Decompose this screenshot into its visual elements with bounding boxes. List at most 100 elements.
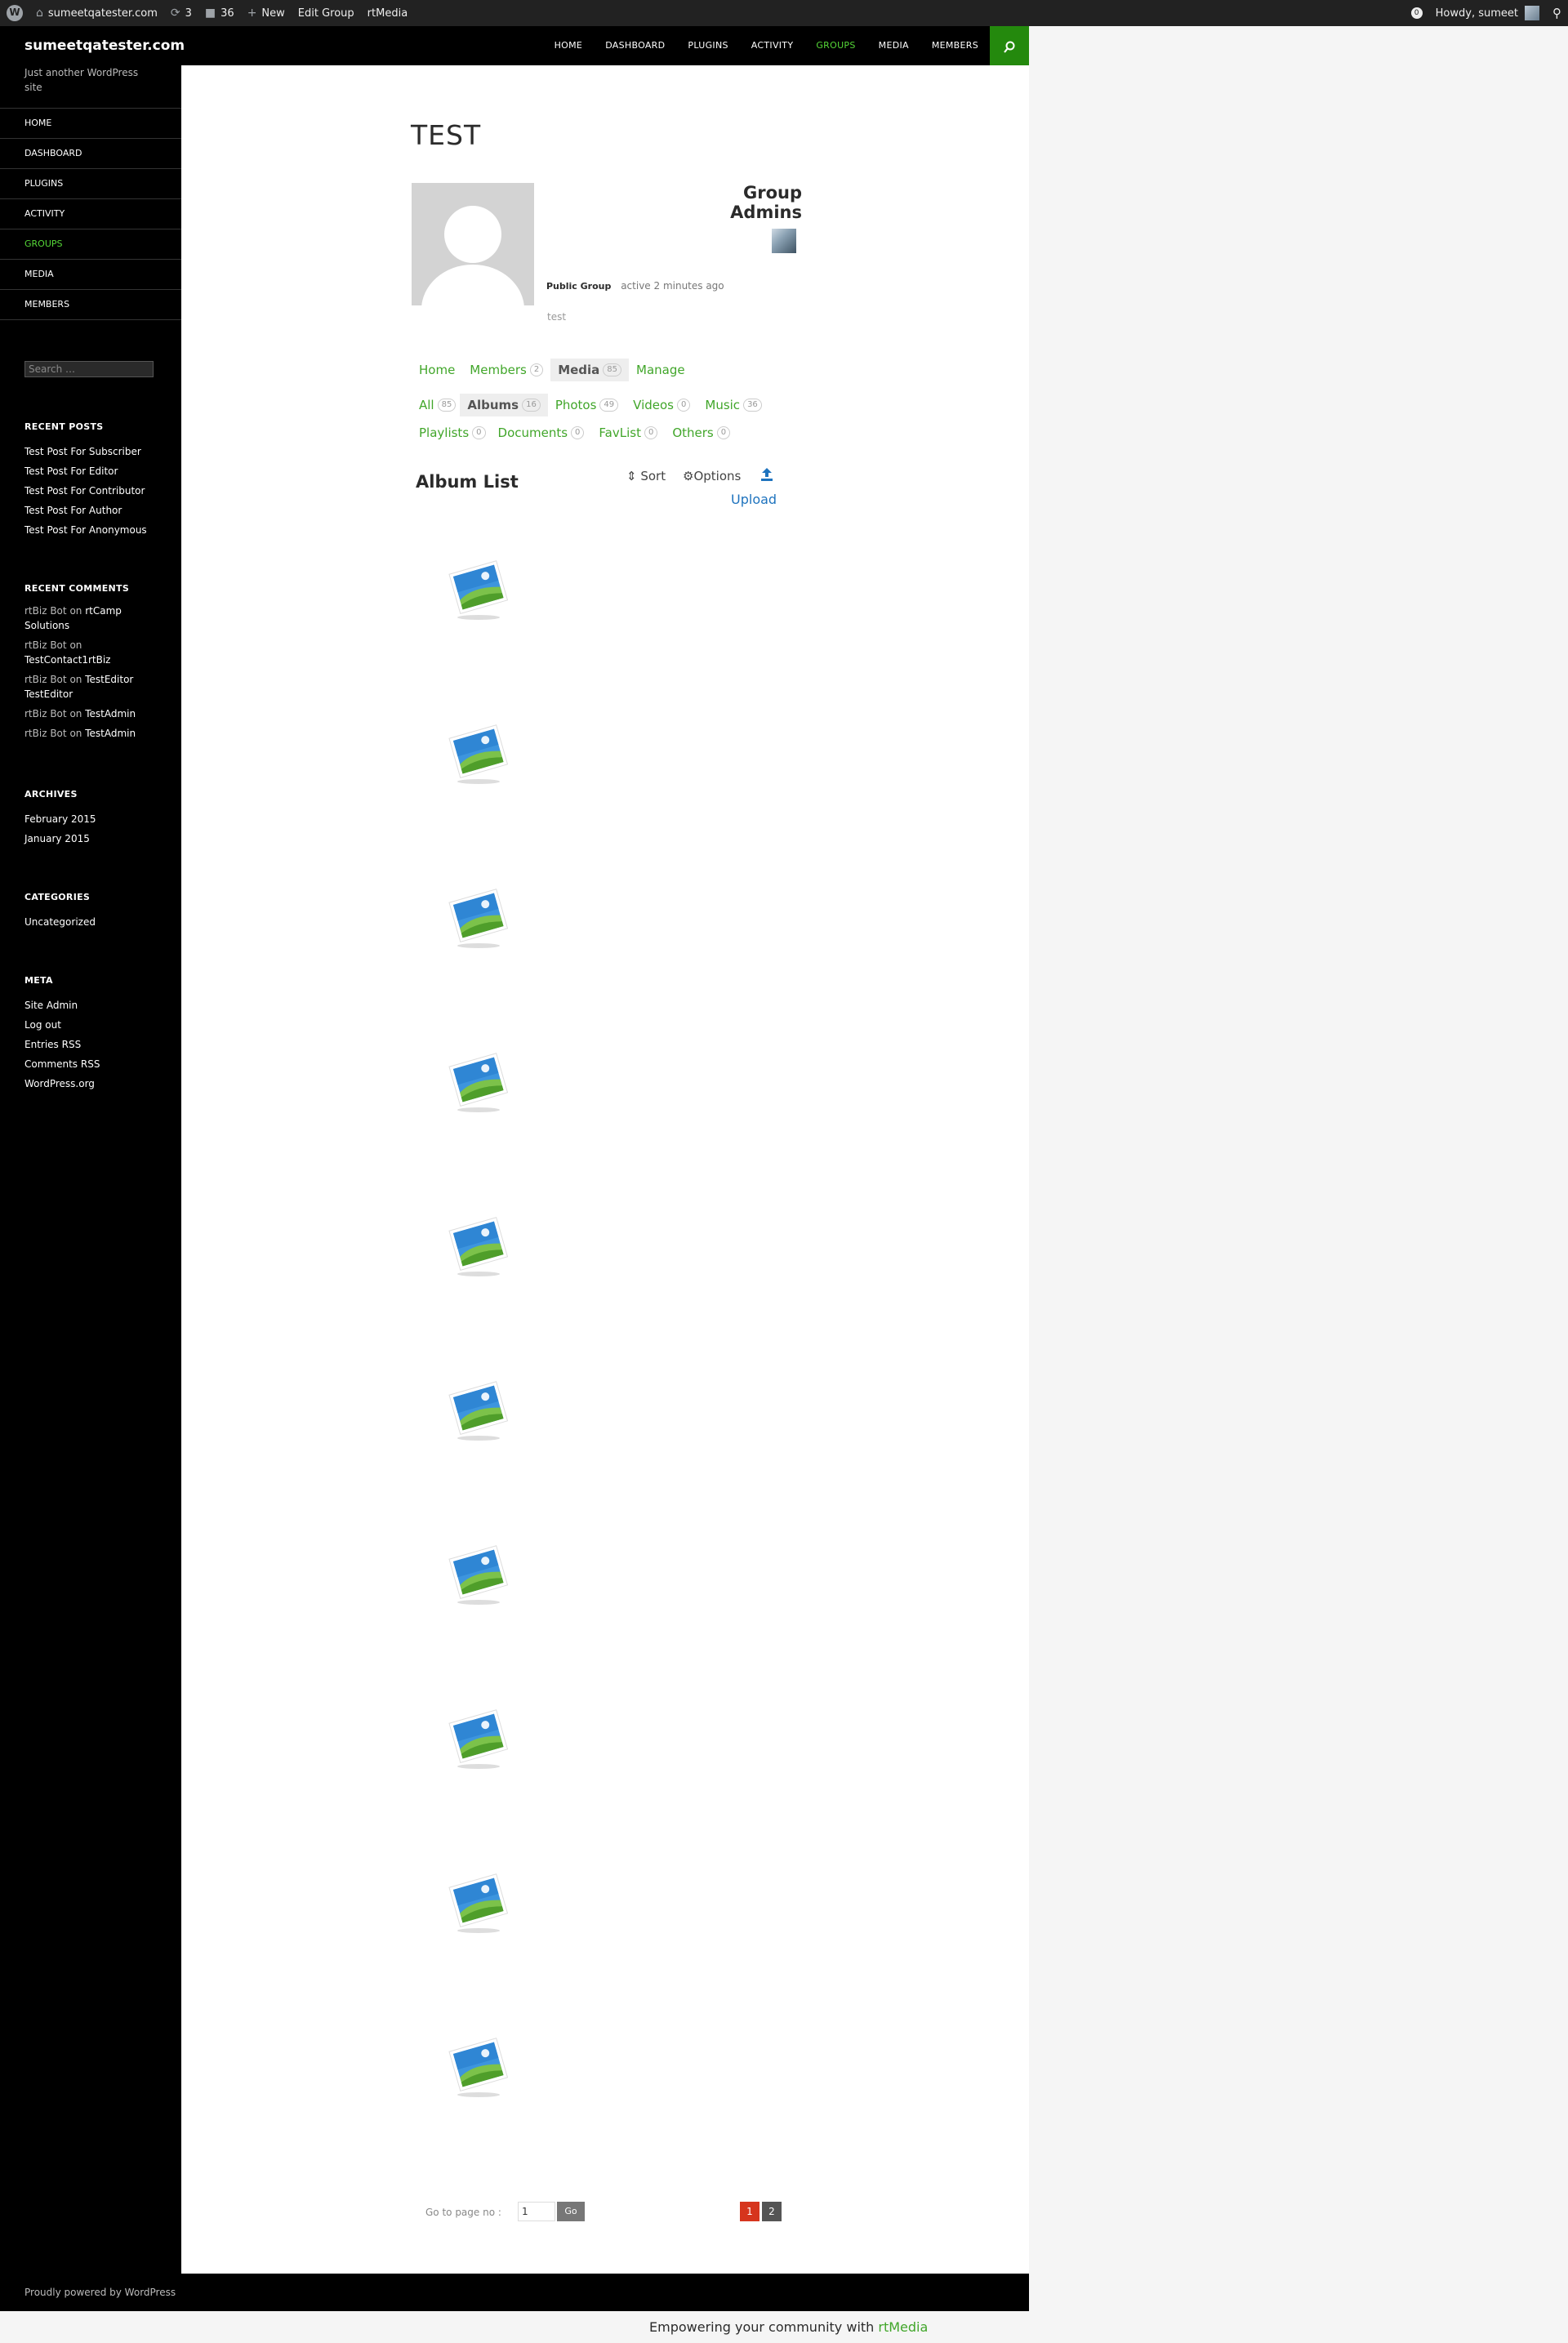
album-thumbnail[interactable] bbox=[443, 1701, 514, 1773]
site-name-menu[interactable]: ⌂ sumeetqatester.com bbox=[29, 0, 164, 26]
album-thumbnail[interactable] bbox=[443, 1209, 514, 1281]
recent-comment-post-link[interactable]: TestContact1rtBiz bbox=[24, 654, 110, 666]
sidebar-search-input[interactable]: Search … bbox=[24, 361, 154, 377]
page-link[interactable]: 2 bbox=[762, 2202, 782, 2221]
tab-favlist[interactable]: FavList 0 bbox=[591, 421, 665, 444]
tab-manage[interactable]: Manage bbox=[629, 359, 693, 381]
tab-music[interactable]: Music 36 bbox=[697, 394, 768, 416]
nav-members[interactable]: MEMBERS bbox=[920, 26, 990, 65]
tab-documents[interactable]: Documents 0 bbox=[491, 421, 592, 444]
count-badge: 0 bbox=[644, 426, 658, 439]
recent-post-link[interactable]: Test Post For Author bbox=[24, 501, 167, 520]
sidebar-nav: HOME DASHBOARD PLUGINS ACTIVITY GROUPS M… bbox=[0, 108, 181, 320]
options-button[interactable]: ⚙Options bbox=[683, 469, 741, 483]
group-avatar[interactable] bbox=[412, 183, 534, 305]
meta-link[interactable]: Log out bbox=[24, 1015, 167, 1035]
recent-comment-post-link[interactable]: TestAdmin bbox=[85, 708, 136, 719]
goto-page-input[interactable]: 1 bbox=[518, 2202, 555, 2221]
album-thumbnail[interactable] bbox=[443, 2029, 514, 2101]
upload-button[interactable]: Upload bbox=[731, 492, 777, 507]
nav-media[interactable]: MEDIA bbox=[867, 26, 920, 65]
count-badge: 16 bbox=[522, 399, 541, 412]
tab-albums[interactable]: Albums 16 bbox=[460, 394, 548, 416]
nav-home[interactable]: HOME bbox=[543, 26, 595, 65]
image-placeholder-icon bbox=[448, 1381, 509, 1441]
tab-all[interactable]: All 85 bbox=[412, 394, 460, 416]
count-badge: 49 bbox=[599, 399, 619, 412]
admin-bar: ⌂ sumeetqatester.com ⟳ 3 ■ 36 + New Edit… bbox=[0, 0, 1568, 26]
meta-link[interactable]: Entries RSS bbox=[24, 1035, 167, 1054]
album-thumbnail[interactable] bbox=[443, 880, 514, 952]
tab-others[interactable]: Others 0 bbox=[665, 421, 737, 444]
album-thumbnail[interactable] bbox=[443, 1373, 514, 1445]
sidebar-item-groups[interactable]: GROUPS bbox=[0, 229, 181, 259]
comments-count: 36 bbox=[220, 7, 234, 20]
sidebar-item-activity[interactable]: ACTIVITY bbox=[0, 198, 181, 229]
meta-widget: META Site Admin Log out Entries RSS Comm… bbox=[24, 975, 167, 1094]
upload-icon[interactable] bbox=[760, 467, 773, 482]
admin-search[interactable]: ⚲ bbox=[1546, 0, 1568, 26]
rtmedia-link[interactable]: rtMedia bbox=[878, 2319, 928, 2335]
sidebar-item-dashboard[interactable]: DASHBOARD bbox=[0, 138, 181, 168]
meta-link[interactable]: WordPress.org bbox=[24, 1074, 167, 1094]
count-badge: 0 bbox=[472, 426, 486, 439]
media-sub-tabs-row2: Playlists 0 Documents 0 FavList 0 Others 0 bbox=[412, 421, 737, 444]
sort-button[interactable]: ⇕ Sort bbox=[626, 469, 666, 483]
album-thumbnail[interactable] bbox=[443, 552, 514, 624]
comments-menu[interactable]: ■ 36 bbox=[198, 0, 241, 26]
wordpress-logo-menu[interactable] bbox=[0, 0, 29, 26]
tab-home[interactable]: Home bbox=[412, 359, 462, 381]
sidebar-item-home[interactable]: HOME bbox=[0, 108, 181, 138]
tab-videos[interactable]: Videos 0 bbox=[626, 394, 697, 416]
buddypress-notifications[interactable]: 0 bbox=[1405, 0, 1429, 26]
home-icon: ⌂ bbox=[36, 7, 43, 20]
count-badge: 0 bbox=[716, 426, 731, 439]
recent-post-link[interactable]: Test Post For Editor bbox=[24, 461, 167, 481]
go-button[interactable]: Go bbox=[557, 2202, 585, 2221]
admin-avatar[interactable] bbox=[772, 229, 796, 253]
rtmedia-menu[interactable]: rtMedia bbox=[361, 0, 415, 26]
my-account-menu[interactable]: Howdy, sumeet bbox=[1429, 0, 1546, 26]
album-thumbnail[interactable] bbox=[443, 716, 514, 788]
archive-link[interactable]: January 2015 bbox=[24, 829, 167, 849]
new-content-menu[interactable]: + New bbox=[241, 0, 292, 26]
archives-widget: ARCHIVES February 2015 January 2015 bbox=[24, 789, 167, 849]
updates-menu[interactable]: ⟳ 3 bbox=[164, 0, 198, 26]
group-meta: Public Group active 2 minutes ago bbox=[546, 280, 724, 292]
tab-playlists[interactable]: Playlists 0 bbox=[412, 421, 491, 444]
tab-photos[interactable]: Photos 49 bbox=[548, 394, 626, 416]
nav-activity[interactable]: ACTIVITY bbox=[740, 26, 805, 65]
site-title[interactable]: sumeetqatester.com bbox=[24, 38, 185, 54]
edit-group-link[interactable]: Edit Group bbox=[292, 0, 361, 26]
recent-post-link[interactable]: Test Post For Contributor bbox=[24, 481, 167, 501]
count-badge: 2 bbox=[529, 363, 544, 376]
sidebar-item-members[interactable]: MEMBERS bbox=[0, 289, 181, 320]
sidebar-item-plugins[interactable]: PLUGINS bbox=[0, 168, 181, 198]
search-icon: ⚲ bbox=[1552, 6, 1561, 20]
meta-link[interactable]: Comments RSS bbox=[24, 1054, 167, 1074]
nav-groups[interactable]: GROUPS bbox=[804, 26, 866, 65]
nav-dashboard[interactable]: DASHBOARD bbox=[594, 26, 676, 65]
album-thumbnail[interactable] bbox=[443, 1865, 514, 1937]
recent-post-link[interactable]: Test Post For Subscriber bbox=[24, 442, 167, 461]
search-icon bbox=[1004, 41, 1015, 53]
search-toggle-button[interactable] bbox=[990, 26, 1029, 65]
meta-link[interactable]: Site Admin bbox=[24, 996, 167, 1015]
avatar-placeholder-body bbox=[421, 265, 524, 305]
archive-link[interactable]: February 2015 bbox=[24, 809, 167, 829]
powered-by-link[interactable]: Proudly powered by WordPress bbox=[24, 2287, 176, 2298]
nav-plugins[interactable]: PLUGINS bbox=[676, 26, 739, 65]
sidebar-item-media[interactable]: MEDIA bbox=[0, 259, 181, 289]
recent-comment-post-link[interactable]: TestAdmin bbox=[85, 728, 136, 739]
tab-members[interactable]: Members 2 bbox=[462, 359, 550, 381]
category-link[interactable]: Uncategorized bbox=[24, 912, 167, 932]
album-thumbnail[interactable] bbox=[443, 1045, 514, 1116]
page-link-current[interactable]: 1 bbox=[740, 2202, 760, 2221]
image-placeholder-icon bbox=[448, 1545, 509, 1605]
avatar-placeholder-head bbox=[444, 206, 501, 263]
tab-media[interactable]: Media 85 bbox=[550, 359, 630, 381]
sidebar: Just another WordPress site HOME DASHBOA… bbox=[0, 65, 181, 2274]
album-thumbnail[interactable] bbox=[443, 1537, 514, 1609]
group-admins-heading: Group Admins bbox=[730, 183, 802, 222]
recent-post-link[interactable]: Test Post For Anonymous bbox=[24, 520, 167, 540]
